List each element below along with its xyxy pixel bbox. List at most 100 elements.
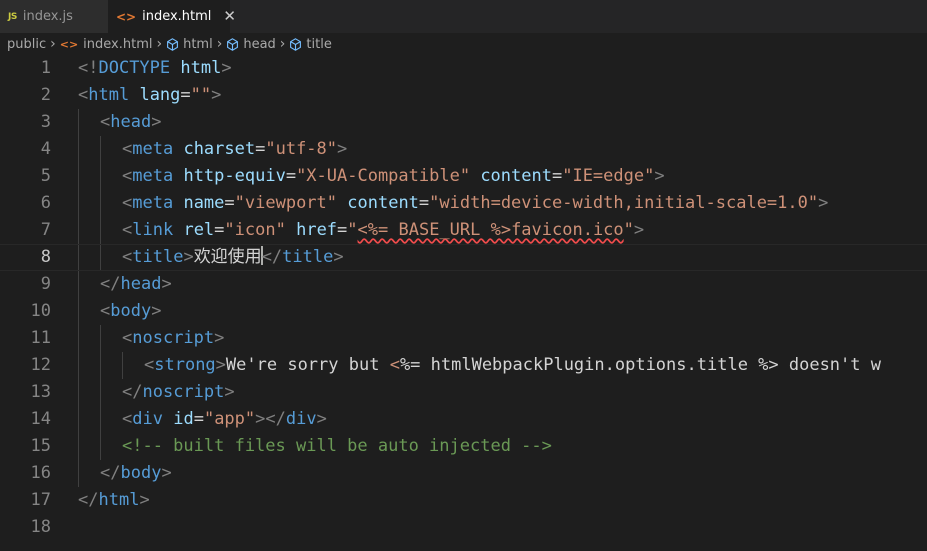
- code-text: <noscript>: [122, 328, 225, 348]
- code-line: 14 <div id="app"></div>: [0, 406, 927, 433]
- breadcrumb-symbol-html[interactable]: html: [166, 37, 213, 52]
- indent-guide: [100, 190, 101, 217]
- chevron-right-icon: ›: [216, 36, 223, 52]
- element-cube-icon: [167, 37, 179, 51]
- indent-guide: [78, 433, 79, 460]
- line-number: 4: [40, 139, 51, 159]
- tab-label: index.js: [22, 9, 73, 24]
- line-number: 12: [30, 355, 51, 375]
- line-number: 5: [40, 166, 51, 186]
- line-number: 2: [40, 85, 51, 105]
- code-text: </noscript>: [122, 382, 235, 402]
- breadcrumb-symbol-head[interactable]: head: [226, 36, 276, 52]
- indent-guide: [78, 109, 79, 136]
- code-text: </html>: [78, 490, 150, 510]
- indent-guide: [78, 245, 79, 270]
- error-squiggle: <%= BASE_URL %>favicon.ico: [357, 220, 624, 240]
- element-cube-icon: [227, 37, 239, 51]
- breadcrumb-folder-public[interactable]: public: [7, 37, 46, 52]
- indent-guide: [78, 190, 79, 217]
- indent-guide: [100, 379, 101, 406]
- indent-guide: [100, 325, 101, 352]
- breadcrumb-file-index-html[interactable]: <> index.html: [60, 37, 153, 52]
- line-number: 18: [30, 517, 51, 537]
- line-number: 8: [40, 247, 51, 267]
- code-text: <head>: [100, 112, 162, 132]
- breadcrumb-label: public: [7, 36, 47, 52]
- line-number: 16: [30, 463, 51, 483]
- code-line: 12 <strong>We're sorry but <%= htmlWebpa…: [0, 352, 927, 379]
- html-comment: <!-- built files will be auto injected -…: [122, 436, 552, 456]
- code-line: 10 <body>: [0, 298, 927, 325]
- code-line-current: 8 <title>欢迎使用</title>: [0, 244, 927, 271]
- code-line: 15 <!-- built files will be auto injecte…: [0, 433, 927, 460]
- code-line: 17 </html>: [0, 487, 927, 514]
- code-text: <div id="app"></div>: [122, 409, 327, 429]
- indent-guide: [78, 136, 79, 163]
- tab-index-js[interactable]: JS index.js: [0, 0, 108, 33]
- html-file-icon: <>: [59, 37, 79, 51]
- code-line: 18: [0, 514, 927, 541]
- indent-guide: [100, 163, 101, 190]
- line-number: 13: [30, 382, 51, 402]
- code-text: <body>: [100, 301, 162, 321]
- code-text: <meta charset="utf-8">: [122, 139, 348, 159]
- code-text: <!-- built files will be auto injected -…: [122, 433, 552, 460]
- indent-guide: [100, 217, 101, 244]
- code-editor[interactable]: 1 <!DOCTYPE html> 2 <html lang=""> 3 <he…: [0, 55, 927, 551]
- line-number: 7: [40, 220, 51, 240]
- line-number: 10: [30, 301, 51, 321]
- code-line: 5 <meta http-equiv="X-UA-Compatible" con…: [0, 163, 927, 190]
- indent-guide: [78, 460, 79, 487]
- tab-label: index.html: [142, 9, 212, 24]
- code-text: </head>: [100, 274, 172, 294]
- code-line: 13 </noscript>: [0, 379, 927, 406]
- line-number: 17: [30, 490, 51, 510]
- code-line: 2 <html lang="">: [0, 82, 927, 109]
- indent-guide: [78, 379, 79, 406]
- chevron-right-icon: ›: [279, 36, 286, 52]
- indent-guide: [78, 271, 79, 298]
- code-text: <meta name="viewport" content="width=dev…: [122, 193, 829, 213]
- line-number: 1: [40, 58, 51, 78]
- breadcrumb: public › <> index.html › html › head › ti…: [0, 33, 927, 55]
- code-line: 16 </body>: [0, 460, 927, 487]
- code-text: <title>欢迎使用</title>: [122, 246, 344, 267]
- javascript-file-icon: JS: [8, 11, 17, 22]
- code-line: 7 <link rel="icon" href="<%= BASE_URL %>…: [0, 217, 927, 244]
- editor-tab-bar: JS index.js <> index.html ✕: [0, 0, 927, 33]
- code-line: 6 <meta name="viewport" content="width=d…: [0, 190, 927, 217]
- code-text: <!DOCTYPE html>: [78, 58, 232, 78]
- breadcrumb-label: index.html: [83, 36, 153, 52]
- indent-guide: [78, 352, 79, 379]
- indent-guide: [78, 298, 79, 325]
- breadcrumb-label: title: [306, 36, 332, 52]
- code-text: <link rel="icon" href="<%= BASE_URL %>fa…: [122, 220, 645, 240]
- code-line: 3 <head>: [0, 109, 927, 136]
- code-line: 11 <noscript>: [0, 325, 927, 352]
- indent-guide: [100, 245, 101, 270]
- indent-guide: [78, 406, 79, 433]
- indent-guide: [100, 433, 101, 460]
- code-text: <html lang="">: [78, 85, 222, 105]
- line-number: 3: [40, 112, 51, 132]
- breadcrumb-symbol-title[interactable]: title: [289, 36, 332, 52]
- tab-index-html[interactable]: <> index.html ✕: [108, 0, 236, 33]
- indent-guide: [122, 352, 123, 379]
- indent-guide: [100, 406, 101, 433]
- chevron-right-icon: ›: [156, 36, 163, 52]
- line-number: 11: [30, 328, 51, 348]
- indent-guide: [78, 325, 79, 352]
- line-number: 6: [40, 193, 51, 213]
- element-cube-icon: [290, 37, 302, 51]
- chevron-right-icon: ›: [50, 36, 56, 52]
- html-file-icon: <>: [116, 9, 137, 24]
- line-number: 9: [40, 274, 51, 294]
- line-number: 15: [30, 436, 51, 456]
- indent-guide: [78, 217, 79, 244]
- indent-guide: [78, 163, 79, 190]
- code-text: <meta http-equiv="X-UA-Compatible" conte…: [122, 166, 665, 186]
- breadcrumb-label: head: [243, 36, 276, 52]
- breadcrumb-label: html: [183, 36, 213, 52]
- close-icon[interactable]: ✕: [223, 9, 236, 24]
